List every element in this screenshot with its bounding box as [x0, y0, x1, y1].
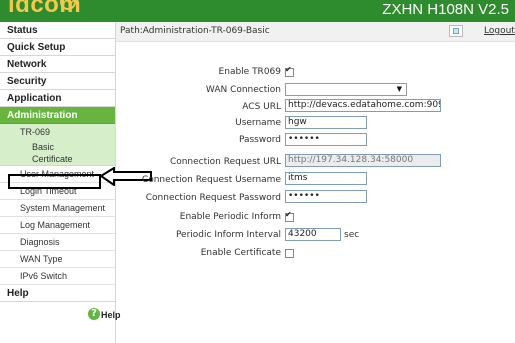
- password-input[interactable]: ••••••: [285, 133, 367, 146]
- username-label: Username: [235, 118, 281, 128]
- conn-request-url-input: http://197.34.128.34:58000: [285, 154, 441, 167]
- sidebar-item-help[interactable]: Help: [0, 285, 115, 302]
- logout-link[interactable]: Logout: [484, 26, 515, 36]
- wan-connection-label: WAN Connection: [205, 85, 281, 95]
- sidebar-subitem-certificate[interactable]: Certificate: [0, 153, 115, 166]
- sidebar-item-ipv6-switch[interactable]: IPv6 Switch: [0, 268, 115, 285]
- enable-tr069-checkbox[interactable]: [285, 65, 294, 77]
- sidebar-item-wan-type[interactable]: WAN Type: [0, 251, 115, 268]
- model-name: ZXHN H108N V2.5: [382, 1, 509, 18]
- sidebar-item-quick-setup[interactable]: Quick Setup: [0, 39, 115, 56]
- acs-url-label: ACS URL: [242, 102, 281, 112]
- periodic-inform-interval-label: Periodic Inform Interval: [175, 230, 281, 240]
- conn-request-password-input[interactable]: ••••••: [285, 190, 367, 203]
- enable-certificate-label: Enable Certificate: [200, 248, 281, 258]
- conn-request-username-label: Connection Request Username: [141, 175, 281, 185]
- sidebar-item-diagnosis[interactable]: Diagnosis: [0, 234, 115, 251]
- chevron-down-icon: ▼: [396, 85, 402, 93]
- conn-request-url-label: Connection Request URL: [169, 157, 281, 167]
- enable-periodic-inform-checkbox[interactable]: [285, 210, 294, 222]
- interval-unit: sec: [344, 230, 360, 240]
- sidebar-item-tr069[interactable]: TR-069: [0, 124, 115, 141]
- help-icon[interactable]: ?: [88, 308, 100, 320]
- sidebar-subitem-basic[interactable]: Basic: [0, 141, 115, 153]
- highlight-box: [8, 174, 101, 189]
- sidebar-item-system-management[interactable]: System Management: [0, 200, 115, 217]
- enable-tr069-label: Enable TR069: [218, 67, 281, 77]
- acs-url-input[interactable]: http://devacs.edatahome.com:9090/A: [285, 99, 441, 112]
- enable-certificate-checkbox[interactable]: [285, 249, 294, 258]
- broken-image-icon: [449, 25, 463, 37]
- app-header: ldcom ZXHN H108N V2.5: [0, 0, 515, 22]
- password-label: Password: [238, 135, 281, 145]
- sidebar-item-application[interactable]: Application: [0, 90, 115, 107]
- sidebar-item-log-management[interactable]: Log Management: [0, 217, 115, 234]
- sidebar-item-status[interactable]: Status: [0, 22, 115, 39]
- main-content: Path:Administration-TR-069-Basic Logout …: [116, 22, 515, 343]
- breadcrumb-path: Path:Administration-TR-069-Basic: [120, 26, 270, 36]
- periodic-inform-interval-input[interactable]: 43200: [285, 228, 341, 241]
- conn-request-username-input[interactable]: itms: [285, 172, 367, 185]
- conn-request-password-label: Connection Request Password: [145, 193, 281, 203]
- wan-connection-select[interactable]: ▼: [285, 83, 407, 96]
- breadcrumb: Path:Administration-TR-069-Basic Logout: [116, 22, 515, 42]
- enable-periodic-inform-label: Enable Periodic Inform: [179, 212, 281, 222]
- username-input[interactable]: hgw: [285, 116, 367, 129]
- sidebar-item-network[interactable]: Network: [0, 56, 115, 73]
- sidebar-item-security[interactable]: Security: [0, 73, 115, 90]
- sidebar-item-administration[interactable]: Administration: [0, 107, 115, 124]
